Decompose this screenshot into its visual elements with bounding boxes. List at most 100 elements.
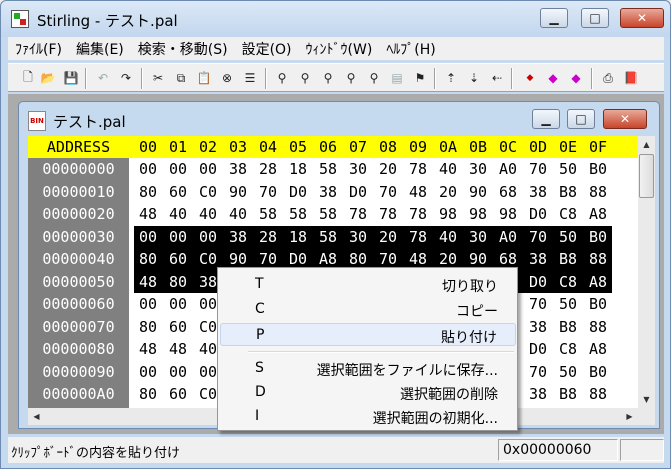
hex-byte[interactable]: B0	[583, 293, 613, 315]
hex-byte[interactable]: 40	[433, 158, 463, 180]
hex-byte[interactable]: C8	[553, 271, 583, 293]
hex-byte[interactable]: 50	[553, 158, 583, 180]
hex-byte[interactable]: 40	[163, 203, 193, 225]
hex-byte[interactable]: 38	[523, 248, 553, 270]
hex-byte[interactable]: 98	[493, 203, 523, 225]
find-down-icon[interactable]: ⚲	[318, 68, 338, 88]
hex-byte[interactable]: 80	[133, 316, 163, 338]
hex-byte[interactable]: 98	[463, 203, 493, 225]
hex-byte[interactable]: 70	[523, 293, 553, 315]
size-grip[interactable]	[638, 408, 655, 425]
hex-byte[interactable]: 98	[433, 203, 463, 225]
find-up-icon[interactable]: ⚲	[341, 68, 361, 88]
hex-row[interactable]: 00000000 00 00 00 38 28 18 58 30 20 78 40 30 A0 70 50 B0	[28, 158, 638, 181]
hex-byte[interactable]: 50	[553, 226, 583, 248]
menu-file[interactable]: ﾌｧｲﾙ(F)	[8, 39, 69, 59]
hex-byte[interactable]: D0	[523, 338, 553, 360]
hex-byte[interactable]: B8	[553, 181, 583, 203]
hex-byte[interactable]: A0	[493, 158, 523, 180]
undo-icon[interactable]: ↶	[93, 68, 113, 88]
save-icon[interactable]: 💾	[61, 68, 81, 88]
hex-byte[interactable]: 38	[523, 181, 553, 203]
hex-byte[interactable]: 40	[433, 226, 463, 248]
info-icon[interactable]: 📕	[621, 68, 641, 88]
hex-byte[interactable]: 00	[163, 158, 193, 180]
hex-byte[interactable]: 58	[283, 203, 313, 225]
hex-byte[interactable]: 18	[283, 158, 313, 180]
find-icon[interactable]: ⚲	[272, 68, 292, 88]
hex-byte[interactable]: 78	[403, 158, 433, 180]
hex-byte[interactable]: 70	[373, 181, 403, 203]
hex-byte[interactable]: D0	[523, 203, 553, 225]
open-file-icon[interactable]: 📂	[38, 68, 58, 88]
hex-byte[interactable]: 20	[373, 226, 403, 248]
hex-byte[interactable]: 30	[463, 226, 493, 248]
menu-search[interactable]: 検索・移動(S)	[131, 39, 235, 59]
hex-byte[interactable]: 28	[253, 226, 283, 248]
hex-byte[interactable]: 58	[313, 226, 343, 248]
hex-byte[interactable]: A8	[583, 271, 613, 293]
back-jump-icon[interactable]: ⇠	[487, 68, 507, 88]
context-cut-item[interactable]: T 切り取り	[220, 273, 516, 296]
hex-byte[interactable]: 30	[463, 158, 493, 180]
title-bar[interactable]: Stirling - テスト.pal ▁ □ ✕	[1, 1, 670, 37]
hex-byte[interactable]: 88	[583, 383, 613, 405]
hex-byte[interactable]: 80	[133, 181, 163, 203]
hex-byte[interactable]: 60	[163, 316, 193, 338]
hex-byte[interactable]: 58	[313, 203, 343, 225]
scroll-left-icon[interactable]: ◀	[28, 408, 45, 425]
hex-byte[interactable]: B8	[553, 316, 583, 338]
hex-byte[interactable]: 88	[583, 316, 613, 338]
hex-byte[interactable]: 38	[523, 383, 553, 405]
vertical-scrollbar[interactable]: ▲ ▼	[638, 136, 655, 408]
hex-byte[interactable]: 88	[583, 181, 613, 203]
hex-byte[interactable]: 00	[133, 226, 163, 248]
hex-byte[interactable]: 60	[163, 181, 193, 203]
scroll-right-icon[interactable]: ▶	[621, 408, 638, 425]
hex-byte[interactable]: 30	[343, 158, 373, 180]
compare-icon[interactable]: ▤	[387, 68, 407, 88]
cut-icon[interactable]: ✂	[148, 68, 168, 88]
jump-icon[interactable]: ⚑	[410, 68, 430, 88]
hex-byte[interactable]: 70	[523, 226, 553, 248]
hex-byte[interactable]: 00	[133, 361, 163, 383]
maximize-button[interactable]: □	[581, 8, 609, 28]
hex-byte[interactable]: 20	[433, 181, 463, 203]
hex-byte[interactable]: 38	[523, 316, 553, 338]
hex-byte[interactable]: 58	[253, 203, 283, 225]
scroll-down-icon[interactable]: ▼	[638, 391, 655, 408]
hex-byte[interactable]: 78	[343, 203, 373, 225]
hex-byte[interactable]: 78	[403, 226, 433, 248]
address-jump-icon[interactable]: ⇡	[441, 68, 461, 88]
hex-byte[interactable]: D0	[283, 181, 313, 203]
hex-byte[interactable]: 50	[553, 293, 583, 315]
hex-byte[interactable]: 48	[403, 181, 433, 203]
hex-byte[interactable]: B8	[553, 383, 583, 405]
delete-icon[interactable]: ⊗	[217, 68, 237, 88]
hex-byte[interactable]: 30	[343, 226, 373, 248]
hex-byte[interactable]: 88	[583, 248, 613, 270]
hex-byte[interactable]: 58	[313, 158, 343, 180]
hex-byte[interactable]: 00	[163, 226, 193, 248]
hex-byte[interactable]: 20	[373, 158, 403, 180]
hex-byte[interactable]: C8	[553, 338, 583, 360]
find-replace-icon[interactable]: ⚲	[364, 68, 384, 88]
copy-icon[interactable]: ⧉	[171, 68, 191, 88]
hex-row[interactable]: 00000020 48 40 40 40 58 58 58 78 78 78 98 98 98 D0 C8 A8	[28, 203, 638, 226]
hex-byte[interactable]: 90	[223, 181, 253, 203]
hex-byte[interactable]: 00	[133, 158, 163, 180]
hex-byte[interactable]: 70	[523, 158, 553, 180]
hex-byte[interactable]: 78	[373, 203, 403, 225]
hex-byte[interactable]: 48	[163, 338, 193, 360]
scroll-thumb[interactable]	[639, 154, 654, 198]
hex-byte[interactable]: D0	[523, 271, 553, 293]
scroll-up-icon[interactable]: ▲	[638, 136, 655, 153]
hex-byte[interactable]: 18	[283, 226, 313, 248]
hex-byte[interactable]: C8	[553, 203, 583, 225]
menu-window[interactable]: ｳｨﾝﾄﾞｳ(W)	[299, 39, 380, 59]
menu-help[interactable]: ﾍﾙﾌﾟ(H)	[379, 39, 442, 59]
hex-byte[interactable]: 80	[163, 271, 193, 293]
hex-byte[interactable]: A0	[493, 226, 523, 248]
hex-byte[interactable]: B8	[553, 248, 583, 270]
hex-byte[interactable]: 48	[133, 338, 163, 360]
